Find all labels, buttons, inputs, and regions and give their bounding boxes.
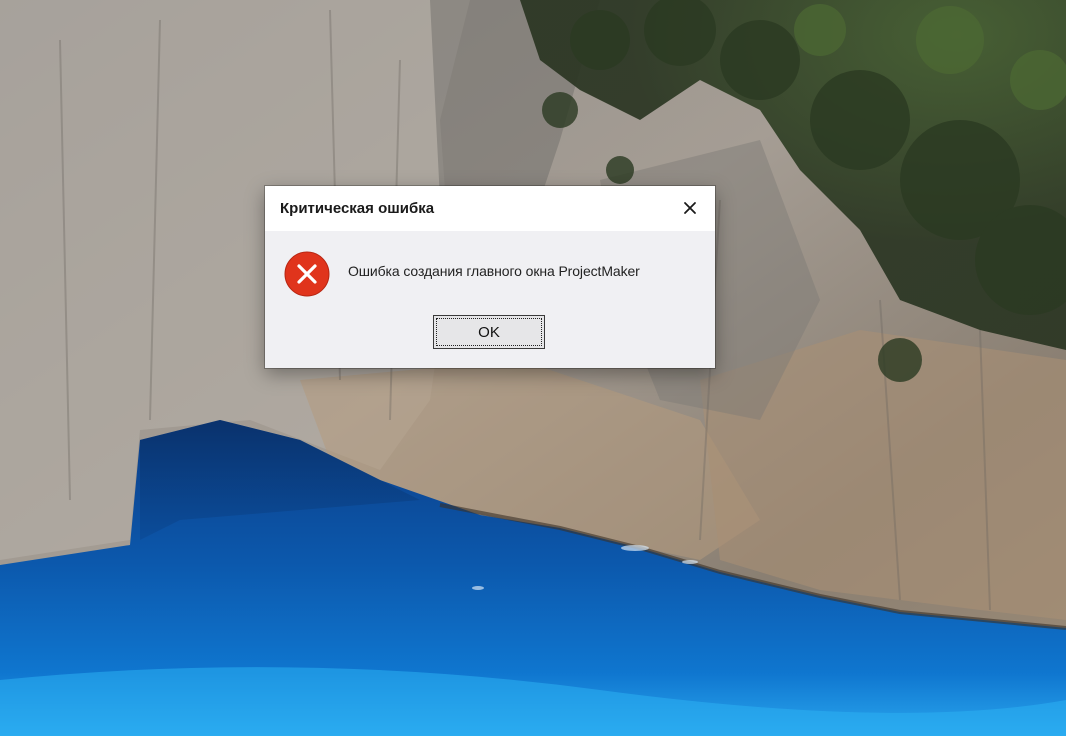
error-dialog: Критическая ошибка Ошибка создания главн… xyxy=(265,186,715,368)
ok-button-label: OK xyxy=(436,318,542,346)
close-button[interactable] xyxy=(681,199,699,217)
error-icon xyxy=(284,251,330,297)
close-icon xyxy=(681,199,699,217)
desktop-wallpaper xyxy=(0,0,1066,736)
ok-button[interactable]: OK xyxy=(433,315,545,349)
dialog-content: Ошибка создания главного окна ProjectMak… xyxy=(265,231,715,368)
dialog-title: Критическая ошибка xyxy=(280,200,435,217)
error-message: Ошибка создания главного окна ProjectMak… xyxy=(348,263,640,279)
dialog-titlebar[interactable]: Критическая ошибка xyxy=(265,186,715,231)
